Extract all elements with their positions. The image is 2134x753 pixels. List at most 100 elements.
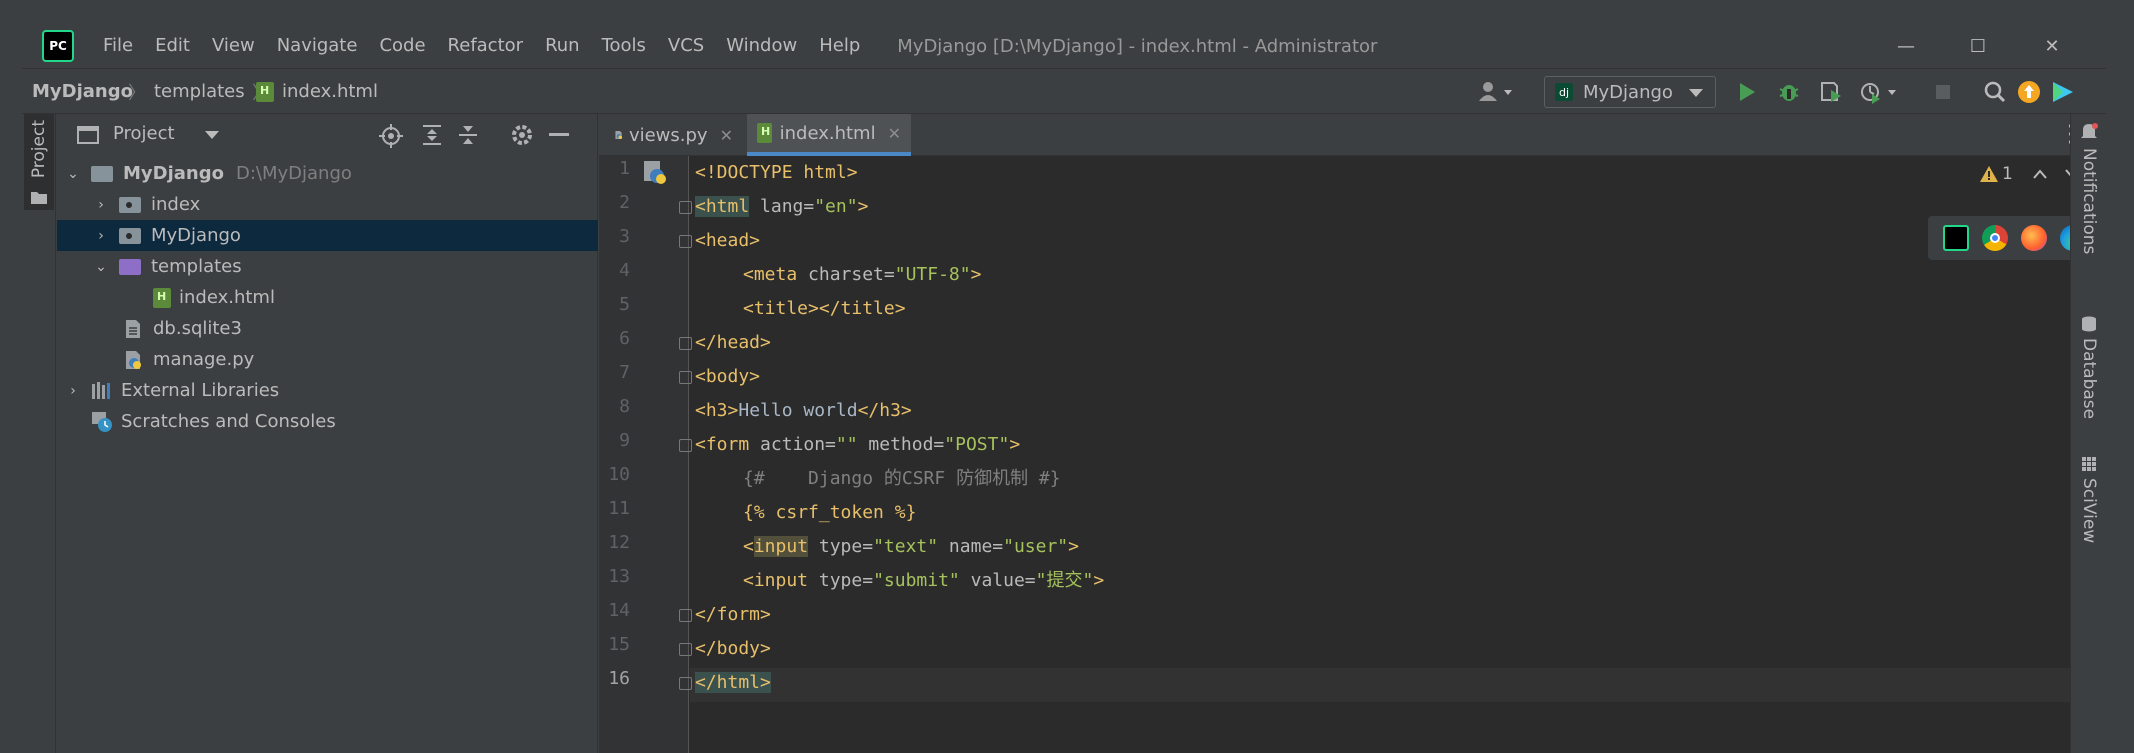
debug-icon[interactable] bbox=[1776, 79, 1802, 105]
html-file-icon bbox=[757, 123, 772, 143]
code-with-me-icon[interactable] bbox=[2050, 79, 2076, 105]
chrome-icon[interactable] bbox=[1981, 225, 2008, 251]
tab-index-html[interactable]: index.html ✕ bbox=[747, 114, 911, 156]
sciview-tool-button[interactable]: SciView bbox=[2079, 478, 2099, 543]
chevron-down-icon: ⌄ bbox=[95, 258, 107, 275]
tree-item-manage-py[interactable]: manage.py bbox=[57, 344, 598, 375]
tab-label: index.html bbox=[779, 122, 876, 144]
code-line-1: <!DOCTYPE html> bbox=[695, 162, 858, 183]
code-line-8: <h3>Hello world</h3> bbox=[695, 400, 912, 421]
templates-folder-icon bbox=[119, 258, 141, 275]
fold-icon[interactable] bbox=[679, 337, 692, 350]
tree-item-path: D:\MyDjango bbox=[235, 163, 352, 184]
line-number: 5 bbox=[619, 294, 630, 315]
project-panel-header: Project bbox=[57, 114, 597, 156]
stop-icon[interactable] bbox=[1930, 79, 1956, 105]
search-icon[interactable] bbox=[1982, 79, 2008, 105]
tree-item-external-libraries[interactable]: › External Libraries bbox=[57, 375, 598, 406]
code-area[interactable]: <!DOCTYPE html> <html lang="en"> <head> … bbox=[679, 156, 2100, 753]
code-line-16: </html> bbox=[679, 666, 771, 700]
firefox-icon[interactable] bbox=[2020, 225, 2047, 251]
minimize-button[interactable]: — bbox=[1870, 24, 1942, 68]
inspection-widget[interactable]: 1 bbox=[1980, 164, 2079, 184]
line-number: 6 bbox=[619, 328, 630, 349]
close-button[interactable]: ✕ bbox=[2016, 24, 2088, 68]
gear-icon[interactable] bbox=[511, 124, 533, 146]
folder-icon bbox=[31, 192, 47, 204]
fold-icon[interactable] bbox=[679, 201, 692, 214]
menu-help[interactable]: Help bbox=[808, 24, 871, 68]
code-line-2: <html lang="en"> bbox=[679, 190, 868, 224]
project-panel-title[interactable]: Project bbox=[113, 123, 175, 144]
close-tab-icon[interactable]: ✕ bbox=[720, 126, 733, 145]
user-profile-icon[interactable] bbox=[1474, 79, 1518, 105]
tree-item-index[interactable]: › index bbox=[57, 189, 598, 220]
django-icon: dj bbox=[1555, 83, 1573, 101]
project-tool-button[interactable]: Project bbox=[24, 114, 54, 210]
breadcrumb-project[interactable]: MyDjango bbox=[32, 81, 133, 102]
tree-item-mydjango-root[interactable]: ⌄ MyDjango D:\MyDjango bbox=[57, 158, 598, 189]
menu-refactor[interactable]: Refactor bbox=[437, 24, 535, 68]
hide-panel-icon[interactable] bbox=[549, 133, 569, 137]
maximize-button[interactable]: ☐ bbox=[1942, 24, 2014, 68]
menu-run[interactable]: Run bbox=[534, 24, 591, 68]
menu-tools[interactable]: Tools bbox=[591, 24, 657, 68]
locate-file-icon[interactable] bbox=[379, 124, 403, 148]
menu-view[interactable]: View bbox=[201, 24, 266, 68]
window-title: MyDjango [D:\MyDjango] - index.html - Ad… bbox=[897, 35, 1378, 57]
chevron-up-icon[interactable] bbox=[2033, 169, 2047, 179]
database-icon bbox=[2082, 316, 2096, 332]
fold-icon[interactable] bbox=[679, 371, 692, 384]
line-number: 12 bbox=[608, 532, 630, 553]
tree-item-label: MyDjango bbox=[151, 225, 241, 246]
menu-edit[interactable]: Edit bbox=[144, 24, 201, 68]
menu-file[interactable]: File bbox=[92, 24, 144, 68]
run-icon[interactable] bbox=[1734, 79, 1760, 105]
pycharm-browser-icon[interactable] bbox=[1942, 225, 1969, 251]
tree-item-index-html[interactable]: index.html bbox=[57, 282, 598, 313]
breadcrumb-folder[interactable]: templates bbox=[154, 81, 245, 102]
profile-run-icon[interactable] bbox=[1860, 79, 1900, 105]
notifications-tool-button[interactable]: Notifications bbox=[2079, 148, 2099, 254]
database-tool-button[interactable]: Database bbox=[2079, 338, 2099, 419]
run-configuration-select[interactable]: dj MyDjango bbox=[1544, 76, 1716, 108]
breadcrumb-file[interactable]: index.html bbox=[282, 81, 378, 102]
collapse-all-icon[interactable] bbox=[457, 124, 479, 146]
editor-area: views.py ✕ index.html ✕ 1 2 3 4 5 6 7 8 bbox=[599, 114, 2100, 753]
line-number: 3 bbox=[619, 226, 630, 247]
editor-tabs: views.py ✕ index.html ✕ bbox=[599, 114, 2092, 156]
bell-icon[interactable] bbox=[2079, 122, 2099, 142]
tree-item-mydjango-package[interactable]: › MyDjango bbox=[57, 220, 598, 251]
fold-icon[interactable] bbox=[679, 609, 692, 622]
fold-icon[interactable] bbox=[679, 677, 692, 690]
coverage-icon[interactable] bbox=[1818, 79, 1844, 105]
chevron-down-icon[interactable] bbox=[205, 131, 219, 139]
fold-icon[interactable] bbox=[679, 643, 692, 656]
tree-item-db-sqlite3[interactable]: db.sqlite3 bbox=[57, 313, 598, 344]
close-tab-icon[interactable]: ✕ bbox=[888, 124, 901, 143]
current-line-highlight bbox=[690, 668, 2092, 702]
line-number: 11 bbox=[608, 498, 630, 519]
tab-views-py[interactable]: views.py ✕ bbox=[605, 114, 743, 156]
project-panel: Project ⌄ MyDjango D:\MyDjango › index ›… bbox=[57, 114, 598, 753]
ide-window: PC File Edit View Navigate Code Refactor… bbox=[22, 24, 2106, 753]
navigation-bar: MyDjango 〉 templates 〉 index.html dj MyD… bbox=[22, 68, 2106, 114]
package-folder-icon bbox=[119, 196, 141, 213]
warning-icon bbox=[1980, 166, 1998, 182]
fold-icon[interactable] bbox=[679, 235, 692, 248]
code-line-10: {# Django 的CSRF 防御机制 #} bbox=[743, 468, 1061, 489]
menu-vcs[interactable]: VCS bbox=[657, 24, 715, 68]
pycharm-logo-icon[interactable]: PC bbox=[42, 30, 74, 62]
fold-icon[interactable] bbox=[679, 439, 692, 452]
menu-navigate[interactable]: Navigate bbox=[266, 24, 369, 68]
text-file-icon bbox=[126, 319, 140, 338]
menu-code[interactable]: Code bbox=[368, 24, 436, 68]
menu-window[interactable]: Window bbox=[715, 24, 808, 68]
update-icon[interactable] bbox=[2016, 79, 2042, 105]
python-console-icon[interactable] bbox=[643, 160, 669, 186]
tree-item-scratches[interactable]: Scratches and Consoles bbox=[57, 406, 598, 437]
code-line-3: <head> bbox=[679, 224, 760, 258]
expand-all-icon[interactable] bbox=[421, 124, 443, 146]
main-menu: File Edit View Navigate Code Refactor Ru… bbox=[92, 24, 871, 68]
tree-item-templates[interactable]: ⌄ templates bbox=[57, 251, 598, 282]
